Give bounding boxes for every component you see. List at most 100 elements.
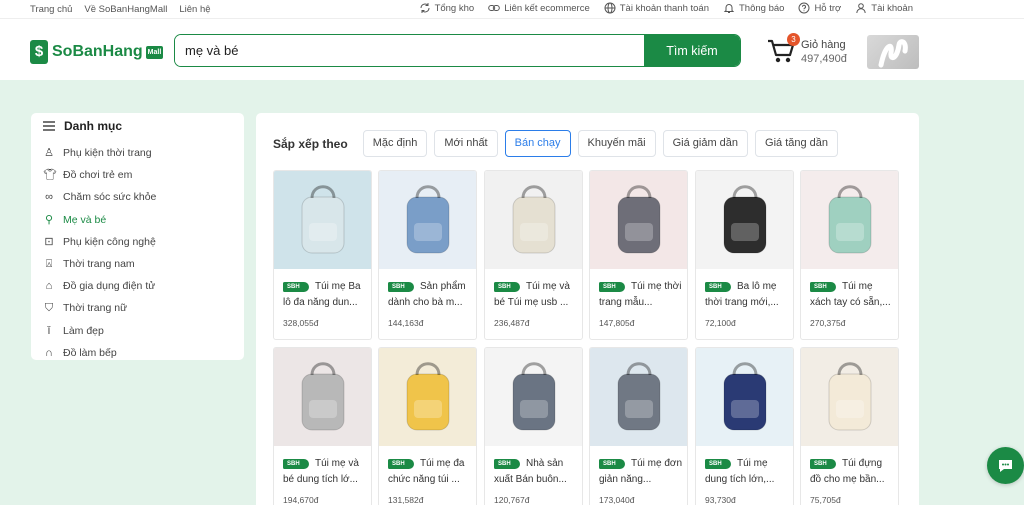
category-item[interactable]: ⛉ Thời trang nữ	[43, 297, 238, 319]
product-title[interactable]: SBH Túi mẹ thời trang mẫu...	[599, 279, 683, 311]
product-card[interactable]: SBH Túi mẹ và bé Túi mẹ usb ... 236,487đ	[484, 170, 583, 340]
category-label: Thời trang nam	[63, 258, 135, 271]
category-item[interactable]: ♙ Phụ kiện thời trang	[43, 142, 238, 164]
sort-bestseller-button[interactable]: Bán chạy	[504, 130, 571, 157]
product-image[interactable]	[274, 348, 371, 446]
product-image[interactable]	[379, 171, 476, 269]
category-item[interactable]: ∞ Chăm sóc sức khỏe	[43, 186, 238, 208]
seller-tag: SBH	[599, 459, 625, 469]
product-card[interactable]: SBH Túi mẹ xách tay có sẵn,... 270,375đ	[800, 170, 899, 340]
category-list: ♙ Phụ kiện thời trang 👕︎ Đồ chơi trẻ em ∞ C…	[43, 142, 238, 364]
pacifier-icon: ⚲	[44, 213, 54, 226]
top-links-left: Trang chủ Về SoBanHangMall Liên hệ	[30, 4, 211, 15]
sort-promotion-button[interactable]: Khuyến mãi	[577, 130, 656, 157]
category-item-active[interactable]: ⚲ Mẹ và bé	[43, 209, 238, 231]
product-price: 131,582đ	[388, 495, 424, 505]
top-link-contact[interactable]: Liên hệ	[179, 4, 210, 15]
category-item[interactable]: ⌂ Đồ gia dụng điện tử	[43, 275, 238, 297]
dollar-icon: $	[30, 40, 48, 64]
logo-text: SoBanHang	[52, 43, 143, 60]
link-icon	[488, 5, 500, 11]
product-image[interactable]	[274, 171, 371, 269]
product-card[interactable]: SBH Túi mẹ dung tích lớn,... 93,730đ	[695, 347, 794, 505]
sort-price-asc-button[interactable]: Giá tăng dần	[755, 130, 839, 157]
product-image[interactable]	[590, 348, 687, 446]
glasses-icon: ∞	[45, 191, 53, 204]
sort-default-button[interactable]: Mặc định	[362, 130, 428, 157]
product-price: 147,805đ	[599, 318, 635, 328]
product-price: 93,730đ	[705, 495, 736, 505]
camera-icon: ⊡	[44, 235, 54, 248]
top-link-account[interactable]: Tài khoản	[855, 2, 913, 14]
refresh-icon	[420, 3, 430, 13]
top-link-payment-account[interactable]: Tài khoản thanh toán	[604, 2, 709, 14]
product-title[interactable]: SBH Túi mẹ và bé dung tích lớ...	[283, 456, 367, 488]
category-item[interactable]: ǐ Làm đẹp	[43, 320, 238, 342]
bell-icon	[723, 4, 735, 13]
product-title[interactable]: SBH Túi mẹ xách tay có sẵn,...	[810, 279, 894, 311]
product-card[interactable]: SBH Túi đựng đồ cho mẹ bần... 75,705đ	[800, 347, 899, 505]
product-image[interactable]	[696, 348, 793, 446]
sort-newest-button[interactable]: Mới nhất	[434, 130, 498, 157]
product-image[interactable]	[485, 171, 582, 269]
product-card[interactable]: SBH Túi mẹ đơn giản năng... 173,040đ	[589, 347, 688, 505]
product-image[interactable]	[379, 348, 476, 446]
category-label: Làm đẹp	[63, 324, 104, 337]
search-bar: Tìm kiếm	[174, 34, 741, 67]
sort-bar: Sắp xếp theo Mặc định Mới nhất Bán chạy …	[273, 130, 839, 157]
search-button[interactable]: Tìm kiếm	[644, 35, 740, 66]
category-label: Phụ kiện thời trang	[63, 147, 152, 160]
product-title[interactable]: SBH Túi mẹ đa chức năng túi ...	[388, 456, 472, 488]
seller-tag: SBH	[494, 459, 520, 469]
cart-button[interactable]: 3	[766, 33, 800, 65]
help-icon	[798, 2, 810, 14]
sort-price-desc-button[interactable]: Giá giảm dần	[662, 130, 749, 157]
accessory-icon: ♙	[44, 147, 54, 160]
top-link-home[interactable]: Trang chủ	[30, 4, 72, 15]
category-item[interactable]: ∩ Đồ làm bếp	[43, 342, 238, 364]
seller-tag: SBH	[705, 282, 731, 292]
product-image[interactable]	[485, 348, 582, 446]
product-card[interactable]: SBH Sản phẩm dành cho bà m... 144,163đ	[378, 170, 477, 340]
top-link-notifications[interactable]: Thông báo	[723, 2, 784, 14]
top-link-warehouse[interactable]: Tổng kho	[419, 2, 474, 14]
product-title[interactable]: SBH Túi đựng đồ cho mẹ bần...	[810, 456, 894, 488]
top-link-label: Tài khoản thanh toán	[619, 2, 709, 14]
product-card[interactable]: SBH Túi mẹ thời trang mẫu... 147,805đ	[589, 170, 688, 340]
product-card[interactable]: SBH Túi mẹ đa chức năng túi ... 131,582đ	[378, 347, 477, 505]
product-card[interactable]: SBH Ba lô mẹ thời trang mới,... 72,100đ	[695, 170, 794, 340]
category-item[interactable]: ⍓ Thời trang nam	[43, 253, 238, 275]
site-logo[interactable]: $ SoBanHang Mall	[30, 40, 164, 64]
user-icon	[856, 3, 866, 14]
product-card[interactable]: SBH Túi mẹ và bé dung tích lớ... 194,670đ	[273, 347, 372, 505]
product-title[interactable]: SBH Túi mẹ đơn giản năng...	[599, 456, 683, 488]
category-item[interactable]: 👕︎ Đồ chơi trẻ em	[43, 164, 238, 186]
product-image[interactable]	[801, 171, 898, 269]
product-price: 72,100đ	[705, 318, 736, 328]
product-price: 236,487đ	[494, 318, 530, 328]
product-title[interactable]: SBH Túi mẹ dung tích lớn,...	[705, 456, 789, 488]
product-price: 328,055đ	[283, 318, 319, 328]
headphones-icon: ∩	[45, 346, 53, 359]
top-link-about[interactable]: Về SoBanHangMall	[84, 4, 167, 15]
product-image[interactable]	[696, 171, 793, 269]
product-price: 75,705đ	[810, 495, 841, 505]
product-title[interactable]: SBH Ba lô mẹ thời trang mới,...	[705, 279, 789, 311]
category-header: Danh mục	[43, 119, 122, 133]
product-title[interactable]: SBH Sản phẩm dành cho bà m...	[388, 279, 472, 311]
chat-button[interactable]	[987, 447, 1024, 484]
jacket-icon: ⍓	[45, 258, 53, 271]
product-title[interactable]: SBH Túi mẹ và bé Túi mẹ usb ...	[494, 279, 578, 311]
product-image[interactable]	[590, 171, 687, 269]
product-image[interactable]	[801, 348, 898, 446]
category-item[interactable]: ⊡ Phụ kiện công nghệ	[43, 231, 238, 253]
top-link-ecommerce[interactable]: Liên kết ecommerce	[488, 2, 590, 14]
avatar[interactable]	[867, 35, 919, 69]
product-card[interactable]: SBH Túi mẹ Ba lô đa năng dun... 328,055đ	[273, 170, 372, 340]
product-card[interactable]: SBH Nhà sản xuất Bán buôn... 120,767đ	[484, 347, 583, 505]
product-title[interactable]: SBH Nhà sản xuất Bán buôn...	[494, 456, 578, 488]
top-link-support[interactable]: Hỗ trợ	[798, 2, 841, 14]
cart-info[interactable]: Giỏ hàng 497,490đ	[801, 38, 847, 66]
search-input[interactable]	[175, 35, 644, 66]
product-title[interactable]: SBH Túi mẹ Ba lô đa năng dun...	[283, 279, 367, 311]
